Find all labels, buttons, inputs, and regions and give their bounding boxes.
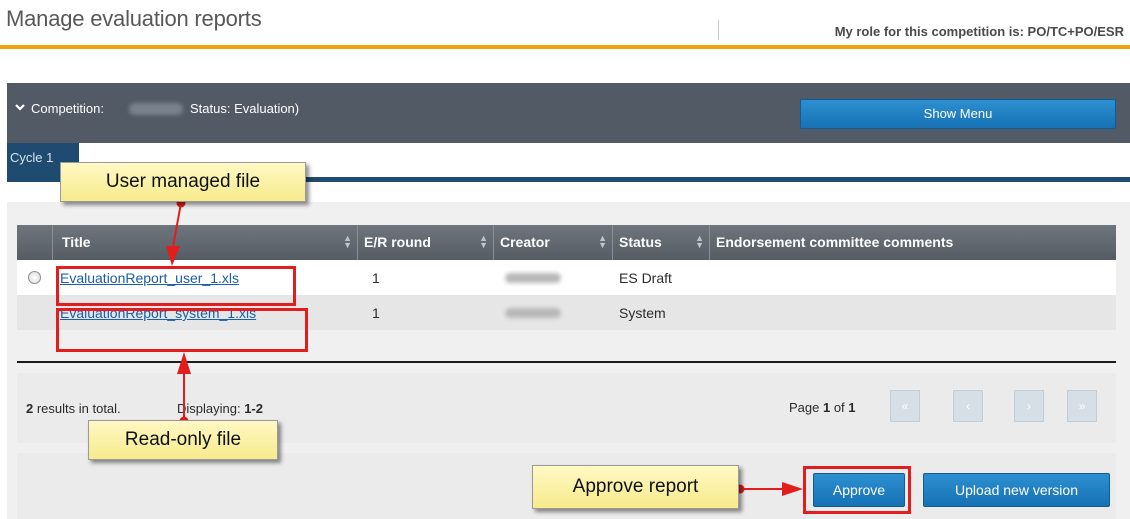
sort-icon[interactable]: ▲ ▼ xyxy=(479,234,488,250)
column-header-title[interactable]: Title ▲ ▼ xyxy=(53,225,358,260)
column-header-comments-label: Endorsement committee comments xyxy=(716,234,954,250)
page-label: Page xyxy=(789,400,823,415)
creator-redacted xyxy=(505,273,561,283)
column-header-creator[interactable]: Creator ▲ ▼ xyxy=(494,225,613,260)
show-menu-button[interactable]: Show Menu xyxy=(800,99,1116,129)
competition-name-redacted xyxy=(129,103,183,115)
sort-icon[interactable]: ▲ ▼ xyxy=(598,234,607,250)
report-round: 1 xyxy=(372,305,380,321)
highlight-system-file xyxy=(56,308,308,352)
page-total: 1 xyxy=(848,400,856,415)
manage-evaluation-reports-page: Manage evaluation reports My role for th… xyxy=(0,0,1130,519)
header-divider xyxy=(0,45,1130,49)
highlight-user-file xyxy=(56,266,296,306)
competition-bar: Competition: Status: Evaluation) Show Me… xyxy=(7,83,1130,143)
upload-new-version-button[interactable]: Upload new version xyxy=(923,473,1110,507)
role-separator xyxy=(718,20,719,40)
sort-icon[interactable]: ▲ ▼ xyxy=(695,234,704,250)
displaying-range: Displaying: 1-2 xyxy=(177,401,263,416)
column-header-status[interactable]: Status ▲ ▼ xyxy=(613,225,710,260)
row-select-radio[interactable] xyxy=(28,271,41,284)
column-header-creator-label: Creator xyxy=(500,234,550,250)
next-page-button[interactable]: › xyxy=(1014,390,1044,422)
competition-status: Status: Evaluation) xyxy=(190,101,300,116)
table-bottom-divider xyxy=(17,361,1116,363)
last-page-button[interactable]: » xyxy=(1067,390,1097,422)
sort-icon[interactable]: ▲ ▼ xyxy=(343,234,352,250)
column-header-round[interactable]: E/R round ▲ ▼ xyxy=(358,225,494,260)
callout-user-managed-file: User managed file xyxy=(60,162,306,202)
previous-page-button[interactable]: ‹ xyxy=(953,390,983,422)
column-header-title-label: Title xyxy=(62,234,91,250)
results-count: 2 results in total. xyxy=(26,401,121,416)
callout-read-only-file: Read-only file xyxy=(88,420,278,460)
first-page-button[interactable]: « xyxy=(890,390,920,422)
displaying-value: 1-2 xyxy=(244,401,263,416)
role-text: My role for this competition is: PO/TC+P… xyxy=(834,24,1124,39)
competition-label: Competition: xyxy=(31,101,104,116)
displaying-label: Displaying: xyxy=(177,401,245,416)
callout-approve-report: Approve report xyxy=(532,465,739,509)
header-select-column xyxy=(17,225,53,260)
page-title: Manage evaluation reports xyxy=(6,6,262,31)
creator-redacted xyxy=(505,308,561,318)
report-round: 1 xyxy=(372,270,380,286)
page-of: of xyxy=(830,400,849,415)
results-count-suffix: results in total. xyxy=(33,401,121,416)
column-header-status-label: Status xyxy=(619,234,662,250)
column-header-round-label: E/R round xyxy=(364,234,431,250)
column-header-comments: Endorsement committee comments xyxy=(710,225,1116,260)
page-indicator: Page 1 of 1 xyxy=(789,400,856,415)
chevron-down-icon[interactable] xyxy=(15,102,25,112)
highlight-approve-button xyxy=(803,466,911,514)
report-status: ES Draft xyxy=(619,270,672,286)
report-status: System xyxy=(619,305,666,321)
